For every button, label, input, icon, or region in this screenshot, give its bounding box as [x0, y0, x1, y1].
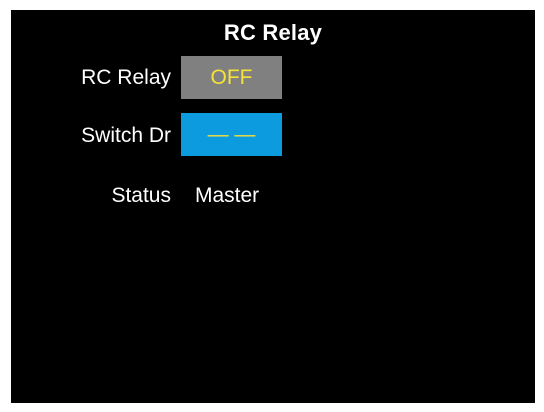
switch-dr-label: Switch Dr: [81, 124, 171, 147]
status-label: Status: [111, 184, 171, 207]
display-screen: RC Relay RC Relay OFF Switch Dr — — Stat…: [11, 10, 535, 403]
rc-relay-toggle[interactable]: OFF: [181, 56, 282, 99]
switch-dr-selector[interactable]: — —: [181, 113, 282, 156]
screen-title: RC Relay: [223, 20, 323, 45]
status-value: Master: [195, 184, 260, 207]
rc-relay-label: RC Relay: [81, 66, 171, 89]
